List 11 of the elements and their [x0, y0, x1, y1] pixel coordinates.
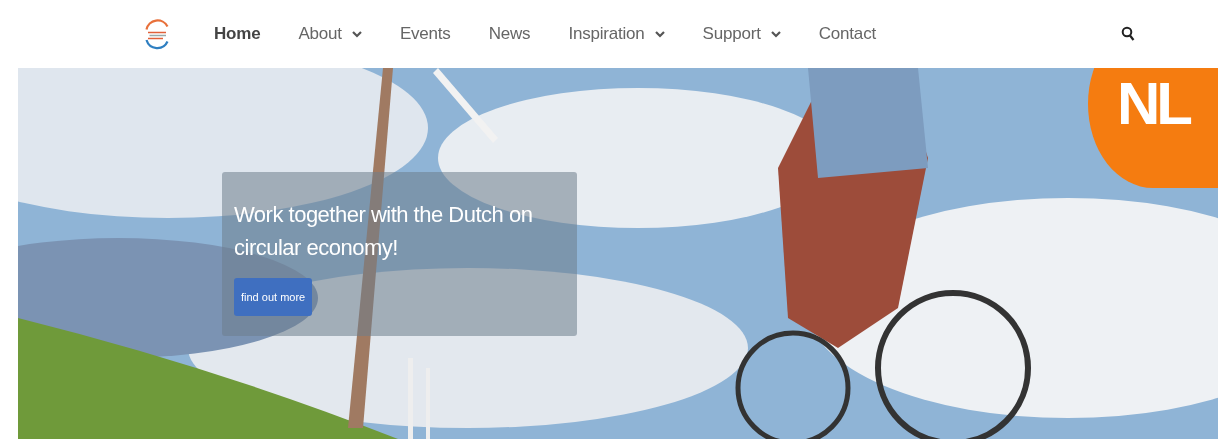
- nav-link[interactable]: Home: [214, 24, 261, 44]
- nl-badge: NL: [1088, 68, 1218, 188]
- nav-link[interactable]: Contact: [818, 24, 876, 44]
- nav-link[interactable]: Inspiration: [568, 24, 665, 44]
- find-out-more-button[interactable]: find out more: [234, 278, 313, 316]
- nav-link[interactable]: Events: [399, 24, 451, 44]
- nav-link[interactable]: Support: [702, 24, 781, 44]
- nav-link[interactable]: About: [298, 24, 362, 44]
- nav-link[interactable]: News: [488, 24, 531, 44]
- hero-heading: Work together with the Dutch on circular economy!: [234, 201, 534, 262]
- search-icon[interactable]: [1120, 26, 1135, 42]
